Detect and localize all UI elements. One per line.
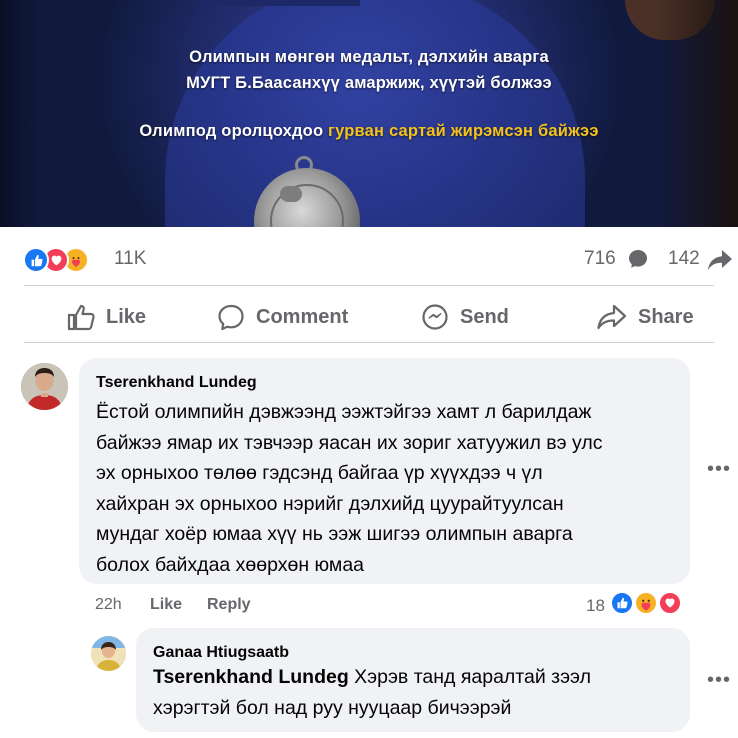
comment-line: мундаг хоёр юмаа хүү нь ээж шигээ олимпы… [96,523,573,545]
comment-author[interactable]: Tserenkhand Lundeg [96,374,257,392]
share-icon [597,304,627,330]
medal-ribbon [200,0,360,6]
comment-button[interactable]: Comment [216,296,348,338]
send-button-label: Send [460,305,509,328]
post-image[interactable]: Олимпын мөнгөн медальт, дэлхийн аварга М… [0,0,738,227]
comment-text: Ёстой олимпийн дэвжээнд ээжтэйгээ хамт л… [96,397,686,580]
more-options-icon[interactable]: ••• [707,458,731,481]
comment-bubble: Tserenkhand Lundeg Ёстой олимпийн дэвжээ… [79,358,690,584]
post-stats: 11K 716 142 [0,245,738,275]
comment-like-link[interactable]: Like [150,596,182,614]
reply-line-rest: Хэрэв танд яаралтай зээл [348,666,591,688]
comment-line: болох байхдаа хөөрхөн юмаа [96,553,365,576]
comment-line: эх орныхоо төлөө гэдсэнд байгаа үр хүүхд… [96,462,543,484]
like-button[interactable]: Like [66,296,146,338]
reply-author[interactable]: Ganaa Htiugsaatb [153,644,289,662]
love-icon [658,591,682,615]
reply-bubble: Ganaa Htiugsaatb Tserenkhand Lundeg Хэрэ… [136,628,690,732]
post-action-bar: Like Comment Send Share [0,296,738,338]
athlete-figure [165,0,585,227]
share-count[interactable]: 142 [668,248,700,270]
send-button[interactable]: Send [420,296,509,338]
messenger-icon [422,304,448,330]
image-caption-line-1: Олимпын мөнгөн медальт, дэлхийн аварга [189,48,549,66]
comment-reply-link[interactable]: Reply [207,596,251,614]
like-button-label: Like [106,305,147,328]
divider [24,342,714,343]
reply-line: Tserenkhand Lundeg Хэрэв танд яаралтай з… [153,662,683,693]
comment-icon [218,304,244,331]
comment-timestamp[interactable]: 22h [95,596,122,614]
more-options-icon[interactable]: ••• [707,669,731,692]
care-icon [634,591,658,615]
comment-line: байжээ ямар их тэвчээр яасан их зориг ха… [96,431,603,454]
comment-line: Ёстой олимпийн дэвжээнд ээжтэйгээ хамт л… [96,401,592,423]
like-icon [610,591,634,615]
caption-highlight: гурван сартай жирэмсэн байжээ [328,122,599,140]
caption-prefix: Олимпод оролцохдоо [139,122,329,140]
comment-button-label: Comment [256,305,349,328]
share-button[interactable]: Share [596,296,694,338]
divider [24,285,714,286]
comment-reaction-count[interactable]: 18 [586,596,605,616]
mention-link[interactable]: Tserenkhand Lundeg [153,666,349,688]
share-count-icon [707,249,733,271]
thumbs-up-icon [67,304,95,331]
comment-line: хайхран эх орныхоо нэрийг дэлхийд цуурай… [96,492,564,515]
image-caption-line-2: МУГТ Б.Баасанхүү амаржиж, хүүтэй болжээ [186,74,552,92]
like-icon [23,247,49,273]
avatar[interactable] [21,363,68,410]
reply-text: Tserenkhand Lundeg Хэрэв танд яаралтай з… [153,662,683,723]
comment-count-icon [627,248,649,270]
avatar[interactable] [91,636,126,671]
image-caption-line-3: Олимпод оролцохдоо гурван сартай жирэмсэ… [0,122,738,141]
reply-line: хэрэгтэй бол над руу нууцаар бичээрэй [153,696,512,719]
comment-count[interactable]: 716 [584,248,616,270]
share-button-label: Share [638,305,694,328]
reaction-count[interactable]: 11K [114,248,146,270]
